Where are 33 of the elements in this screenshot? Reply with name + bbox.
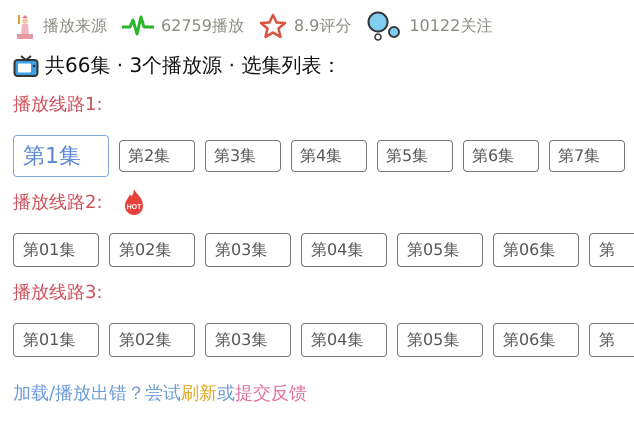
episode-button[interactable]: 第04集 [301,323,387,357]
error-help-text: 加载/播放出错？尝试刷新或提交反馈 [13,382,308,405]
episode-button[interactable]: 第2集 [119,140,195,172]
episode-button[interactable]: 第5集 [377,140,453,172]
stat-text: 8.9评分 [294,16,352,36]
episode-button[interactable]: 第 [589,323,634,357]
route-label: 播放线路1: [13,93,103,116]
episode-button[interactable]: 第05集 [397,323,483,357]
pulse-icon [121,15,155,37]
episode-button[interactable]: 第02集 [109,233,195,267]
episode-button[interactable]: 第6集 [463,140,539,172]
episode-button[interactable]: 第01集 [13,323,99,357]
summary-text: 共66集 · 3个播放源 · 选集列表： [45,52,342,79]
episode-button[interactable]: 第1集 [13,135,109,177]
episode-button[interactable]: 第03集 [205,323,291,357]
episode-button[interactable]: 第01集 [13,233,99,267]
stat-text: 10122关注 [409,16,492,36]
stat-text: 62759播放 [161,16,244,36]
episode-button[interactable]: 第04集 [301,233,387,267]
stat-text: 播放来源 [43,16,107,36]
route-label: 播放线路2: [13,191,103,214]
episode-button[interactable]: 第 [589,233,634,267]
episode-button[interactable]: 第03集 [205,233,291,267]
tv-icon [13,54,39,78]
star-icon [258,13,288,39]
episode-button[interactable]: 第02集 [109,323,195,357]
episode-button[interactable]: 第05集 [397,233,483,267]
episode-button[interactable]: 第06集 [493,233,579,267]
route-label: 播放线路3: [13,281,103,304]
episode-button[interactable]: 第4集 [291,140,367,172]
episode-button[interactable]: 第7集 [549,140,625,172]
episode-button[interactable]: 第3集 [205,140,281,172]
episode-button[interactable]: 第06集 [493,323,579,357]
